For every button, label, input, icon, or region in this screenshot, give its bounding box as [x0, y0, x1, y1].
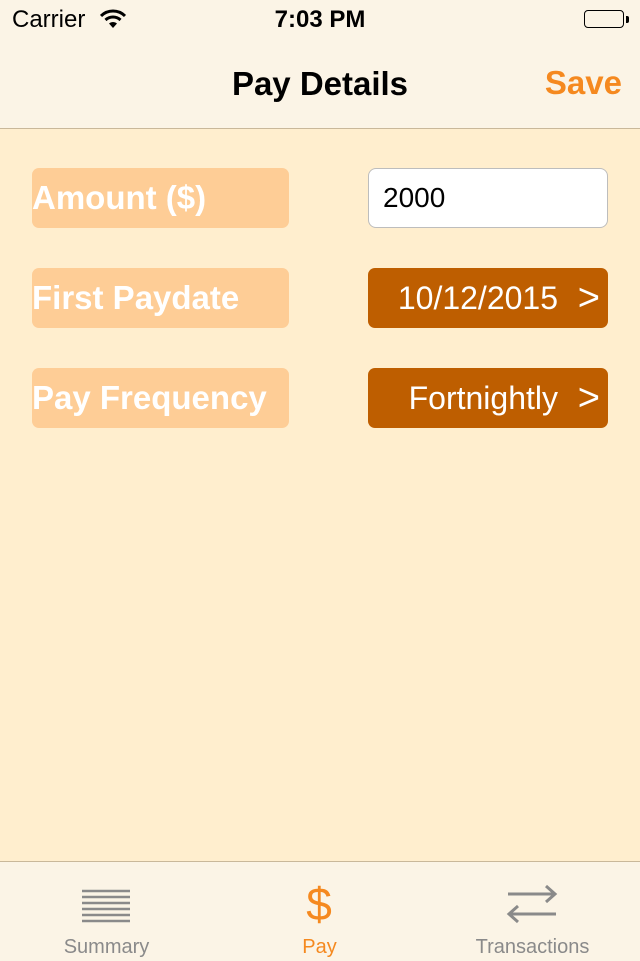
status-bar: Carrier 7:03 PM: [0, 0, 640, 40]
amount-input[interactable]: [368, 168, 608, 228]
chevron-right-icon: >: [577, 377, 600, 419]
first-paydate-value: 10/12/2015: [397, 280, 558, 316]
pay-frequency-label: Pay Frequency: [32, 368, 289, 428]
chevron-right-icon: >: [577, 277, 600, 319]
tab-transactions-label: Transactions: [475, 936, 590, 958]
first-paydate-button[interactable]: 10/12/2015 >: [368, 268, 608, 328]
status-time: 7:03 PM: [274, 6, 366, 33]
tab-summary-label: Summary: [63, 936, 150, 958]
amount-label: Amount ($): [32, 168, 289, 228]
tab-bar: Summary $ Pay Transactions: [0, 861, 640, 961]
svg-text:$: $: [306, 878, 332, 924]
battery-icon: [584, 10, 629, 30]
tab-summary[interactable]: Summary: [0, 862, 213, 961]
dollar-icon: $: [306, 878, 332, 924]
save-button[interactable]: Save: [545, 64, 622, 102]
pay-frequency-value: Fortnightly: [408, 380, 558, 416]
first-paydate-label: First Paydate: [32, 268, 289, 328]
tab-transactions[interactable]: Transactions: [426, 862, 639, 961]
tab-pay-label: Pay: [302, 936, 337, 958]
tab-pay[interactable]: $ Pay: [213, 862, 426, 961]
navigation-bar: Pay Details Save: [0, 40, 640, 129]
transfer-arrows-icon: [506, 884, 558, 924]
list-lines-icon: [82, 889, 130, 923]
pay-frequency-button[interactable]: Fortnightly >: [368, 368, 608, 428]
